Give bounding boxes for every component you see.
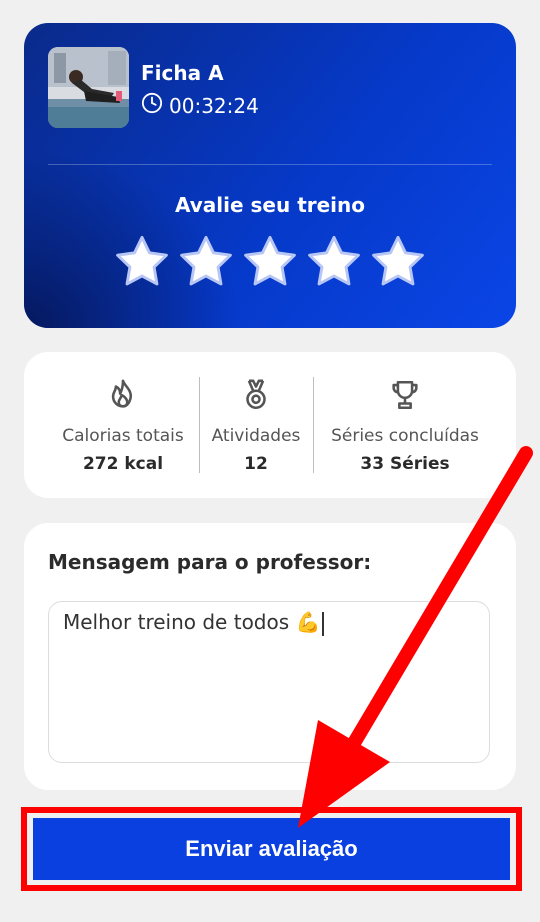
workout-name: Ficha A: [141, 61, 224, 85]
rating-title: Avalie seu treino: [174, 193, 366, 217]
trophy-icon: [320, 376, 490, 416]
stat-value: 12: [244, 454, 268, 474]
stat-calories: Calorias totais 272 kcal: [48, 376, 198, 474]
stat-label: Calorias totais: [62, 426, 184, 446]
star-4-icon[interactable]: [305, 233, 363, 291]
text-cursor: [322, 611, 325, 636]
workout-summary-card: Ficha A 00:32:24 Avalie seu treino: [24, 23, 516, 328]
message-card: Mensagem para o professor: Melhor treino…: [24, 523, 516, 790]
star-rating: [24, 233, 516, 291]
submit-rating-button[interactable]: Enviar avaliação: [33, 818, 510, 880]
stat-value: 272 kcal: [82, 454, 164, 474]
stat-divider: [199, 377, 200, 473]
divider: [48, 164, 492, 165]
workout-timer: 00:32:24: [141, 92, 259, 119]
stat-value: 33 Séries: [360, 454, 450, 474]
stat-divider: [313, 377, 314, 473]
stats-card: Calorias totais 272 kcal Atividades 12 S…: [24, 352, 516, 498]
star-2-icon[interactable]: [177, 233, 235, 291]
message-textarea[interactable]: Melhor treino de todos 💪: [48, 601, 490, 763]
stat-series: Séries concluídas 33 Séries: [320, 376, 490, 474]
stat-label: Atividades: [211, 426, 301, 446]
flame-icon: [48, 376, 198, 416]
star-5-icon[interactable]: [369, 233, 427, 291]
message-label: Mensagem para o professor:: [48, 550, 372, 574]
workout-duration: 00:32:24: [169, 93, 259, 118]
stat-label: Séries concluídas: [331, 426, 479, 446]
workout-thumbnail: [48, 47, 129, 128]
star-1-icon[interactable]: [113, 233, 171, 291]
clock-icon: [141, 92, 163, 119]
stat-activities: Atividades 12: [206, 376, 306, 474]
medal-icon: [206, 376, 306, 416]
star-3-icon[interactable]: [241, 233, 299, 291]
message-text: Melhor treino de todos 💪: [63, 610, 321, 634]
